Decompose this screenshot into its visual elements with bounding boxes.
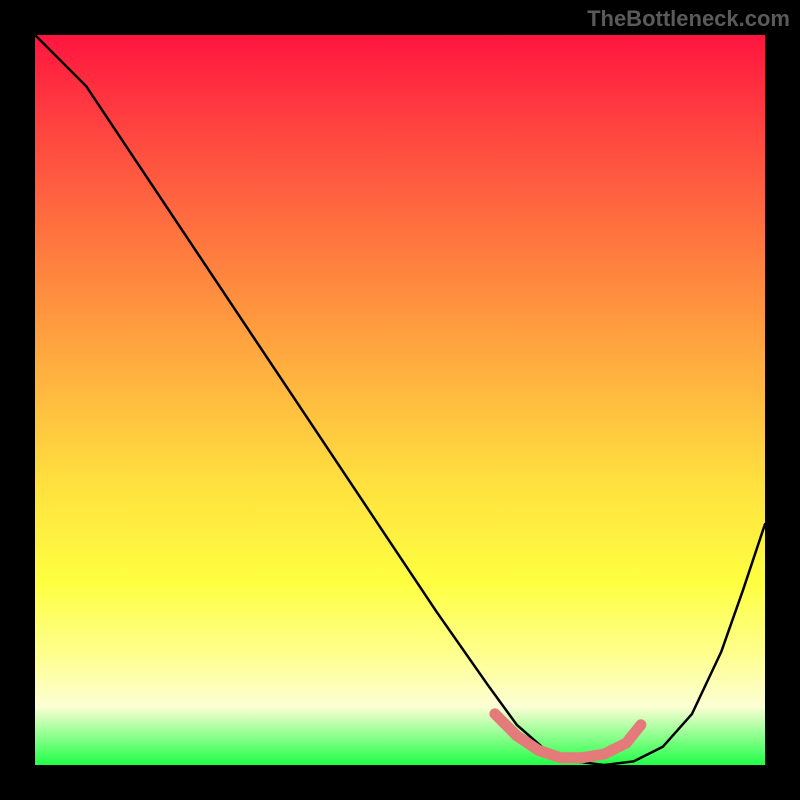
chart-svg (35, 35, 765, 765)
bottleneck-curve (35, 35, 765, 765)
plot-area (35, 35, 765, 765)
sweet-spot-band (495, 714, 641, 758)
chart-frame: TheBottleneck.com (0, 0, 800, 800)
watermark-text: TheBottleneck.com (587, 6, 790, 32)
